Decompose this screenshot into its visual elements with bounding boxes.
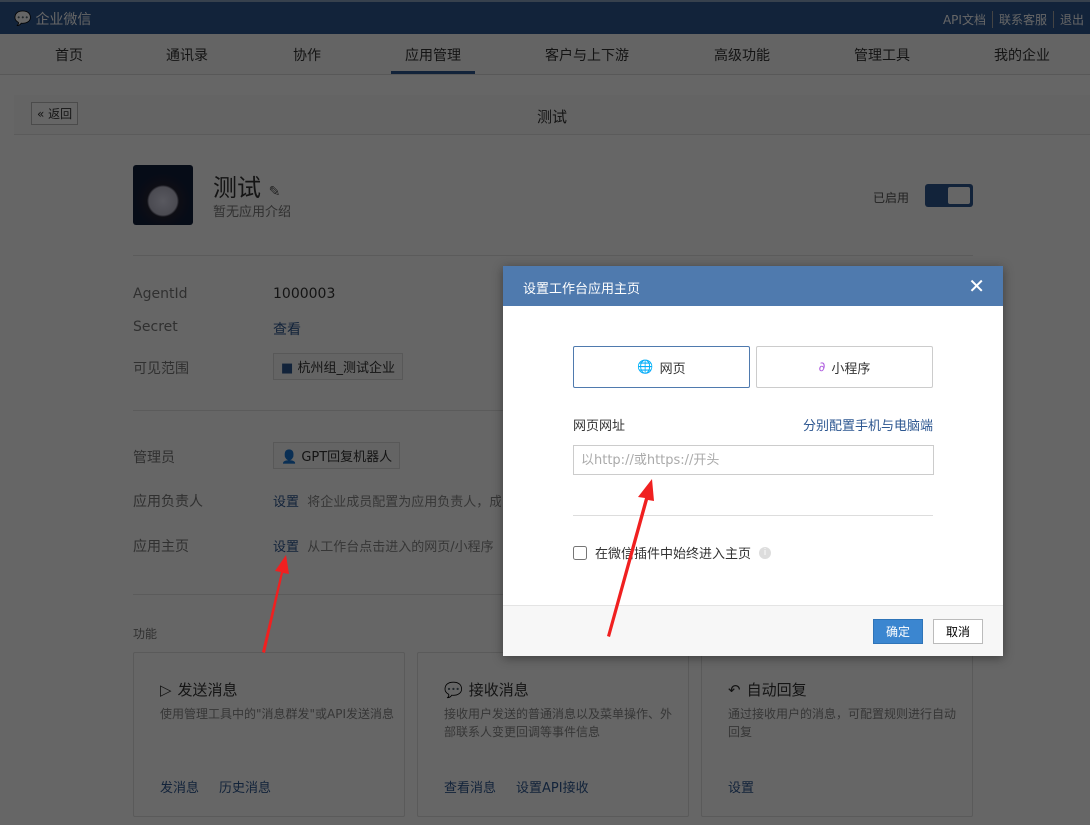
edit-icon[interactable]: ✎ [269,184,281,200]
home-desc: 从工作台点击进入的网页/小程序 [307,540,494,555]
agentid-value: 1000003 [273,286,336,302]
admin-label: 管理员 [133,450,175,466]
tab-webpage[interactable]: 🌐 网页 [573,346,750,388]
close-icon[interactable]: ✕ [968,274,985,298]
autoreply-set-link[interactable]: 设置 [728,777,754,796]
visible-label: 可见范围 [133,361,189,377]
visible-tag[interactable]: ■ 杭州组_测试企业 [273,353,403,380]
nav-apps[interactable]: 应用管理 [391,45,475,74]
chat-icon: 💬 [14,11,32,27]
enable-toggle[interactable] [925,184,973,207]
features-label: 功能 [133,627,158,641]
api-docs-link[interactable]: API文档 [937,11,992,28]
send-message-link[interactable]: 发消息 [160,777,199,796]
globe-icon: 🌐 [637,359,654,375]
view-secret-link[interactable]: 查看 [273,319,301,339]
cancel-button[interactable]: 取消 [933,619,983,644]
api-receive-link[interactable]: 设置API接收 [516,777,589,796]
feature-card-autoreply: ↶ 自动回复 通过接收用户的消息，可配置规则进行自动回复 设置 [701,652,973,817]
url-input[interactable] [573,445,934,475]
feature-card-send: ▷ 发送消息 使用管理工具中的"消息群发"或API发送消息 发消息 历史消息 [133,652,405,817]
nav-tools[interactable]: 管理工具 [854,45,910,65]
owner-desc: 将企业成员配置为应用负责人，成 [307,495,501,510]
history-link[interactable]: 历史消息 [219,777,271,796]
agentid-label: AgentId [133,286,188,302]
nav-home[interactable]: 首页 [55,45,83,65]
send-icon: ▷ [160,680,172,699]
checkbox-label: 在微信插件中始终进入主页 [595,547,752,562]
confirm-button[interactable]: 确定 [873,619,923,644]
page-title: 测试 [536,108,567,126]
view-messages-link[interactable]: 查看消息 [444,777,496,796]
home-set-link[interactable]: 设置 [273,540,299,555]
app-icon [133,165,193,225]
nav-company[interactable]: 我的企业 [994,45,1050,65]
owner-set-link[interactable]: 设置 [273,495,299,510]
nav-customers[interactable]: 客户与上下游 [545,45,629,65]
top-bar: 💬 企业微信 API文档 联系客服 退出 [0,0,1090,34]
reply-icon: ↶ [728,680,741,699]
app-name: 测试 [213,174,261,202]
always-home-checkbox[interactable] [573,545,587,560]
feature-card-receive: 💬 接收消息 接收用户发送的普通消息以及菜单操作、外部联系人变更回调等事件信息 查… [417,652,689,817]
logout-link[interactable]: 退出 [1052,11,1090,28]
logo: 💬 企业微信 [14,11,92,28]
tab-miniprogram[interactable]: ∂ 小程序 [756,346,933,388]
contact-support-link[interactable]: 联系客服 [991,11,1053,28]
status-label: 已启用 [873,191,910,205]
comment-icon: 💬 [444,680,463,699]
main-nav: 首页 通讯录 协作 应用管理 客户与上下游 高级功能 管理工具 我的企业 [0,34,1090,75]
dialog-title: 设置工作台应用主页 [523,282,641,297]
nav-contacts[interactable]: 通讯录 [166,45,208,65]
app-intro: 暂无应用介绍 [213,205,292,220]
miniprogram-icon: ∂ [818,359,826,375]
split-config-link[interactable]: 分别配置手机与电脑端 [803,415,933,434]
info-icon[interactable]: i [759,546,772,559]
nav-collab[interactable]: 协作 [293,45,321,65]
admin-tag[interactable]: 👤 GPT回复机器人 [273,442,401,469]
folder-icon: ■ [281,361,294,376]
nav-advanced[interactable]: 高级功能 [714,45,770,65]
user-icon: 👤 [281,450,298,465]
owner-label: 应用负责人 [133,494,203,510]
secret-label: Secret [133,319,178,335]
homepage-dialog: 设置工作台应用主页 ✕ 🌐网页 ∂小程序 网页网址 分别配置手机与电脑端 在微信插… [503,266,1003,656]
home-label: 应用主页 [133,539,189,555]
url-label: 网页网址 [573,419,626,434]
